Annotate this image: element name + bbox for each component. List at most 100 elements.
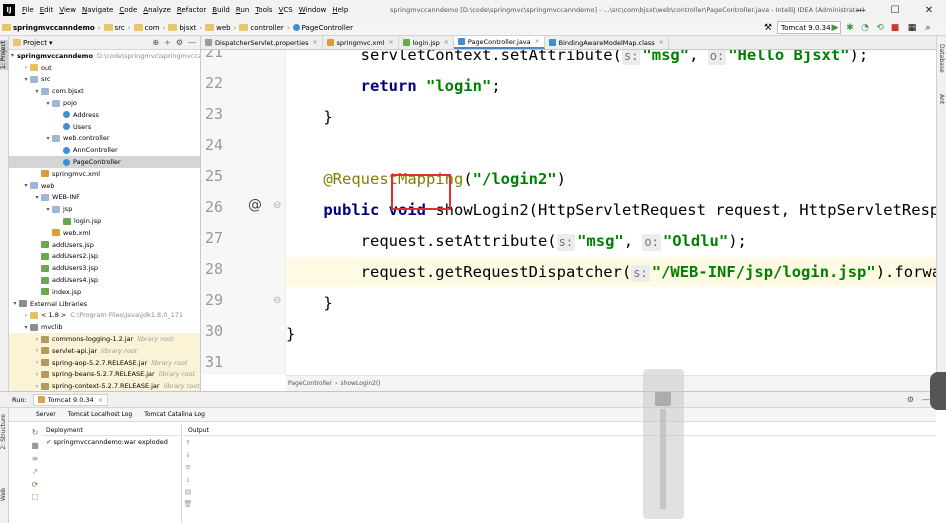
tree-item[interactable]: ▾ src xyxy=(9,74,200,86)
down-icon[interactable]: ↓ xyxy=(185,451,191,459)
export-icon[interactable]: ↗ xyxy=(32,467,39,476)
gear-icon[interactable]: ⚙ xyxy=(907,395,914,404)
structure-tool-button[interactable]: 2: Structure xyxy=(0,414,7,450)
project-tool-button[interactable]: 1: Project xyxy=(0,40,9,70)
fold-icon[interactable]: ⊖ xyxy=(273,295,281,306)
close-icon[interactable]: × xyxy=(389,39,394,46)
chevron-down-icon[interactable]: ▾ xyxy=(44,135,52,142)
database-tool-button[interactable]: Database xyxy=(938,44,945,73)
tree-item[interactable]: Address xyxy=(9,109,200,121)
tree-item[interactable]: PageController xyxy=(9,156,200,168)
layout-icon[interactable]: ☐ xyxy=(31,493,38,502)
tree-item[interactable]: ▾ pojo xyxy=(9,97,200,109)
close-icon[interactable]: × xyxy=(659,39,664,46)
project-structure-icon[interactable]: ▦ xyxy=(906,22,918,34)
hide-icon[interactable]: — xyxy=(922,395,930,404)
editor-tab[interactable]: DispatcherServlet.properties × xyxy=(201,36,323,49)
menu-navigate[interactable]: Navigate xyxy=(79,6,116,14)
coverage-icon[interactable]: ◔ xyxy=(859,22,871,34)
editor-tab[interactable]: springmvc.xml × xyxy=(323,36,399,49)
tree-item[interactable]: ▾ mvclib xyxy=(9,321,200,333)
update-icon[interactable]: ⟳ xyxy=(32,480,39,489)
ant-tool-button[interactable]: Ant xyxy=(938,94,945,104)
breadcrumb-controller[interactable]: controller xyxy=(237,24,285,32)
print-icon[interactable]: ▤ xyxy=(185,488,192,496)
chevron-down-icon[interactable]: ▾ xyxy=(22,182,30,189)
run-tab-tomcat[interactable]: Tomcat 9.0.34 × xyxy=(32,393,109,406)
breadcrumb-bjsxt[interactable]: bjsxt xyxy=(166,24,198,32)
minimize-button[interactable]: — xyxy=(844,0,878,20)
chevron-down-icon[interactable]: ▾ xyxy=(11,52,14,59)
rerun-icon[interactable]: ⟲ xyxy=(874,22,886,34)
menu-view[interactable]: View xyxy=(56,6,79,14)
tree-item[interactable]: ▾ jsp xyxy=(9,203,200,215)
stop-icon[interactable]: ■ xyxy=(31,441,39,450)
code-editor[interactable]: servletContext.setAttribute(s: "msg", o: "… xyxy=(286,50,936,375)
menu-tools[interactable]: Tools xyxy=(252,6,275,14)
tree-item[interactable]: › < 1.8 > C:\Program Files\Java\jdk1.8.0_1… xyxy=(9,310,200,322)
menu-build[interactable]: Build xyxy=(209,6,233,14)
tree-item[interactable]: addUsers2.jsp xyxy=(9,251,200,263)
deployment-item[interactable]: ✔ springmvccanndemo:war exploded xyxy=(42,436,181,449)
chevron-down-icon[interactable]: ▾ xyxy=(44,100,52,107)
menu-run[interactable]: Run xyxy=(233,6,252,14)
up-icon[interactable]: ↑ xyxy=(185,439,191,447)
chevron-right-icon[interactable]: › xyxy=(22,64,30,71)
tree-item[interactable]: AnnController xyxy=(9,144,200,156)
maximize-button[interactable]: ☐ xyxy=(878,0,912,20)
tab-server[interactable]: Server xyxy=(30,411,62,418)
chevron-right-icon[interactable]: › xyxy=(22,312,30,319)
list-icon[interactable]: ≡ xyxy=(32,454,39,463)
wrap-icon[interactable]: ≡ xyxy=(185,463,191,471)
chevron-down-icon[interactable]: ▾ xyxy=(49,39,53,47)
hide-icon[interactable]: — xyxy=(188,38,196,47)
tree-item[interactable]: › spring-aop-5.2.7.RELEASE.jar library roo… xyxy=(9,356,200,369)
breadcrumb-class[interactable]: PageController xyxy=(288,380,332,387)
tree-item[interactable]: › servlet-api.jar library root xyxy=(9,344,200,357)
breadcrumb-src[interactable]: src xyxy=(102,24,127,32)
chevron-down-icon[interactable]: ▾ xyxy=(22,76,30,83)
close-icon[interactable]: × xyxy=(535,38,540,45)
breadcrumb-method[interactable]: showLogin2() xyxy=(340,380,380,387)
close-window-button[interactable]: ✕ xyxy=(912,0,946,20)
menu-refactor[interactable]: Refactor xyxy=(174,6,209,14)
tree-item[interactable]: ▾ com.bjsxt xyxy=(9,85,200,97)
close-icon[interactable]: × xyxy=(312,39,317,46)
annotation-marker-icon[interactable]: @ xyxy=(248,197,262,213)
chevron-down-icon[interactable]: ▾ xyxy=(22,324,30,331)
chevron-down-icon[interactable]: ▾ xyxy=(33,88,41,95)
chevron-right-icon[interactable]: › xyxy=(33,371,41,378)
hammer-icon[interactable]: ⚒ xyxy=(762,22,774,34)
collapse-icon[interactable]: ÷ xyxy=(164,38,171,47)
editor-tab[interactable]: login.jsp × xyxy=(399,36,454,49)
menu-vcs[interactable]: VCS xyxy=(276,6,296,14)
run-icon[interactable]: ▶ xyxy=(829,22,841,34)
chevron-right-icon[interactable]: › xyxy=(33,359,41,366)
chevron-down-icon[interactable]: ▾ xyxy=(11,300,19,307)
volume-slider-overlay[interactable] xyxy=(643,369,684,519)
editor-tab[interactable]: PageController.java × xyxy=(453,36,545,49)
gear-icon[interactable]: ⚙ xyxy=(176,38,183,47)
slider-knob[interactable] xyxy=(655,392,671,406)
menu-help[interactable]: Help xyxy=(329,6,351,14)
tree-item[interactable]: addUsers3.jsp xyxy=(9,262,200,274)
tree-item[interactable]: Users xyxy=(9,121,200,133)
breadcrumb-project[interactable]: springmvccanndemo xyxy=(0,24,97,32)
tree-item[interactable]: springmvc.xml xyxy=(9,168,200,180)
stop-icon[interactable]: ■ xyxy=(889,22,901,34)
menu-code[interactable]: Code xyxy=(116,6,140,14)
menu-edit[interactable]: Edit xyxy=(37,6,57,14)
tree-item[interactable]: web.xml xyxy=(9,227,200,239)
project-panel-title[interactable]: Project xyxy=(23,39,47,47)
breadcrumb-com[interactable]: com xyxy=(132,24,162,32)
breadcrumb-web[interactable]: web xyxy=(203,24,232,32)
tree-item[interactable]: login.jsp xyxy=(9,215,200,227)
editor-tab[interactable]: BindingAwareModelMap.class × xyxy=(545,36,669,49)
web-tool-button[interactable]: Web xyxy=(0,488,7,501)
tree-item[interactable]: addUsers4.jsp xyxy=(9,274,200,286)
debug-icon[interactable]: ✱ xyxy=(844,22,856,34)
chevron-right-icon[interactable]: › xyxy=(33,383,41,390)
tree-item[interactable]: index.jsp xyxy=(9,286,200,298)
tree-item[interactable]: › spring-context-5.2.7.RELEASE.jar library… xyxy=(9,380,200,391)
tab-tomcat-catalina-log[interactable]: Tomcat Catalina Log xyxy=(138,411,211,418)
